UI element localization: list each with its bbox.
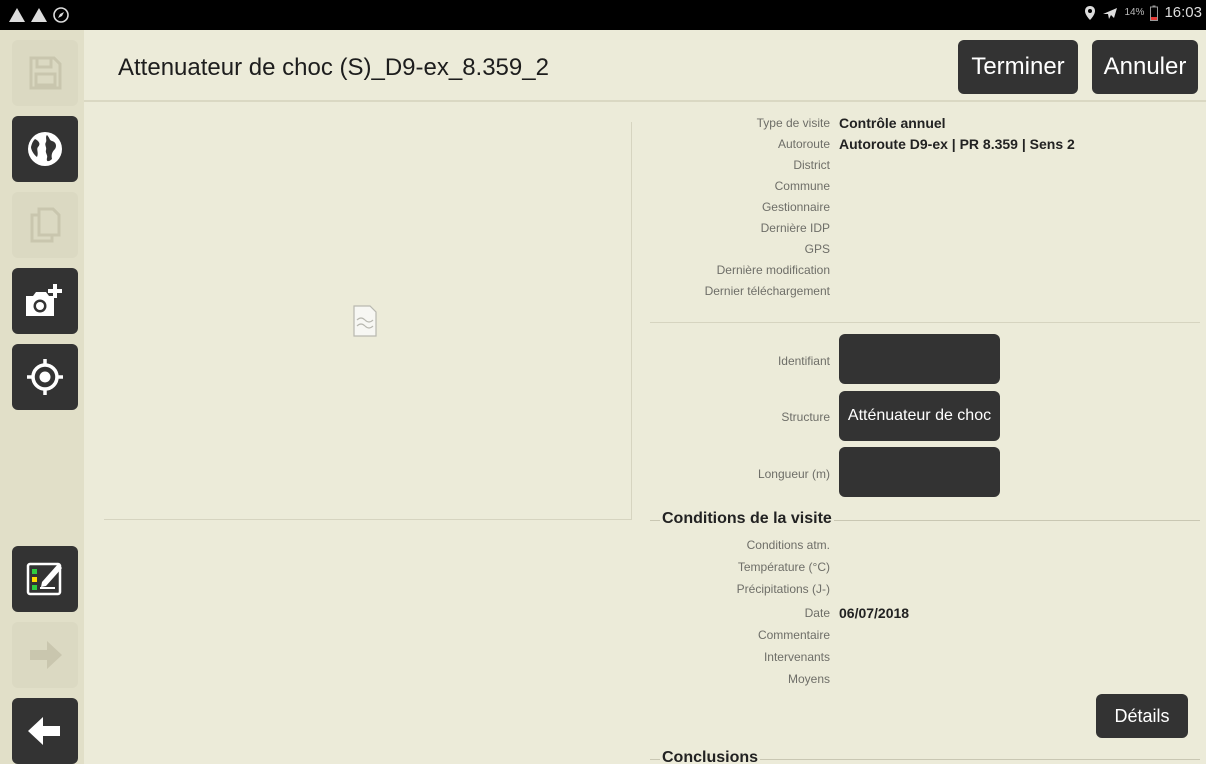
add-photo-icon xyxy=(26,284,62,316)
info-row-autoroute: Autoroute Autoroute D9-ex | PR 8.359 | S… xyxy=(777,136,1075,152)
compass-icon xyxy=(53,7,69,23)
location-icon xyxy=(1085,5,1096,20)
checklist-icon xyxy=(26,562,62,596)
locate-button[interactable] xyxy=(12,344,78,410)
info-row-commune: Commune xyxy=(774,179,830,193)
status-bar: 14% 16:03 xyxy=(0,0,1206,30)
clock: 16:03 xyxy=(1164,4,1202,21)
copy-icon xyxy=(30,207,61,243)
info-row-gps: GPS xyxy=(804,242,830,256)
info-row-derniere-idp: Dernière IDP xyxy=(760,221,830,235)
divider xyxy=(650,322,1200,323)
locate-icon xyxy=(27,359,63,395)
globe-icon xyxy=(28,132,62,166)
map-button[interactable] xyxy=(12,116,78,182)
warning-icon xyxy=(9,8,25,22)
cond-row-commentaire: Commentaire xyxy=(757,628,830,642)
conditions-section-header: Conditions de la visite xyxy=(650,509,1200,531)
cond-row-conditions-atm: Conditions atm. xyxy=(746,538,830,552)
cond-row-moyens: Moyens xyxy=(787,672,830,686)
info-row-dernier-telechargement: Dernier téléchargement xyxy=(704,284,830,298)
conclusions-section-header: Conclusions xyxy=(650,748,1200,764)
identifiant-field[interactable] xyxy=(839,334,1000,384)
cond-row-intervenants: Intervenants xyxy=(763,650,830,664)
info-row-derniere-modification: Dernière modification xyxy=(716,263,830,277)
header: Attenuateur de choc (S)_D9-ex_8.359_2 Te… xyxy=(84,30,1206,102)
info-row-type-visite: Type de visite Contrôle annuel xyxy=(756,115,946,131)
structure-label: Structure xyxy=(781,410,830,424)
save-icon xyxy=(29,56,62,90)
arrow-left-icon xyxy=(28,717,60,745)
info-row-gestionnaire: Gestionnaire xyxy=(761,200,830,214)
battery-percent: 14% xyxy=(1124,7,1145,18)
structure-field[interactable]: Atténuateur de choc xyxy=(839,391,1000,441)
longueur-label: Longueur (m) xyxy=(757,467,830,481)
next-button[interactable] xyxy=(12,622,78,688)
cond-row-precipitations: Précipitations (J-) xyxy=(736,582,830,596)
add-photo-button[interactable] xyxy=(12,268,78,334)
save-button[interactable] xyxy=(12,40,78,106)
longueur-field[interactable] xyxy=(839,447,1000,497)
identifiant-label: Identifiant xyxy=(777,354,830,368)
conclusions-title: Conclusions xyxy=(660,748,761,764)
photo-panel[interactable] xyxy=(104,122,632,520)
conditions-title: Conditions de la visite xyxy=(660,509,834,529)
battery-icon xyxy=(1150,5,1159,21)
back-button[interactable] xyxy=(12,698,78,764)
cond-row-date: Date 06/07/2018 xyxy=(804,605,910,621)
arrow-right-icon xyxy=(30,641,62,669)
airplane-mode-icon xyxy=(1103,7,1118,19)
warning-icon xyxy=(31,8,47,22)
cond-row-temperature: Température (°C) xyxy=(737,560,830,574)
image-placeholder-icon xyxy=(353,305,377,337)
sidebar xyxy=(0,30,84,764)
info-row-district: District xyxy=(793,158,830,172)
details-button[interactable]: Détails xyxy=(1096,694,1188,738)
copy-button[interactable] xyxy=(12,192,78,258)
finish-button[interactable]: Terminer xyxy=(958,40,1078,94)
page-title: Attenuateur de choc (S)_D9-ex_8.359_2 xyxy=(118,54,549,81)
cancel-button[interactable]: Annuler xyxy=(1092,40,1198,94)
checklist-button[interactable] xyxy=(12,546,78,612)
